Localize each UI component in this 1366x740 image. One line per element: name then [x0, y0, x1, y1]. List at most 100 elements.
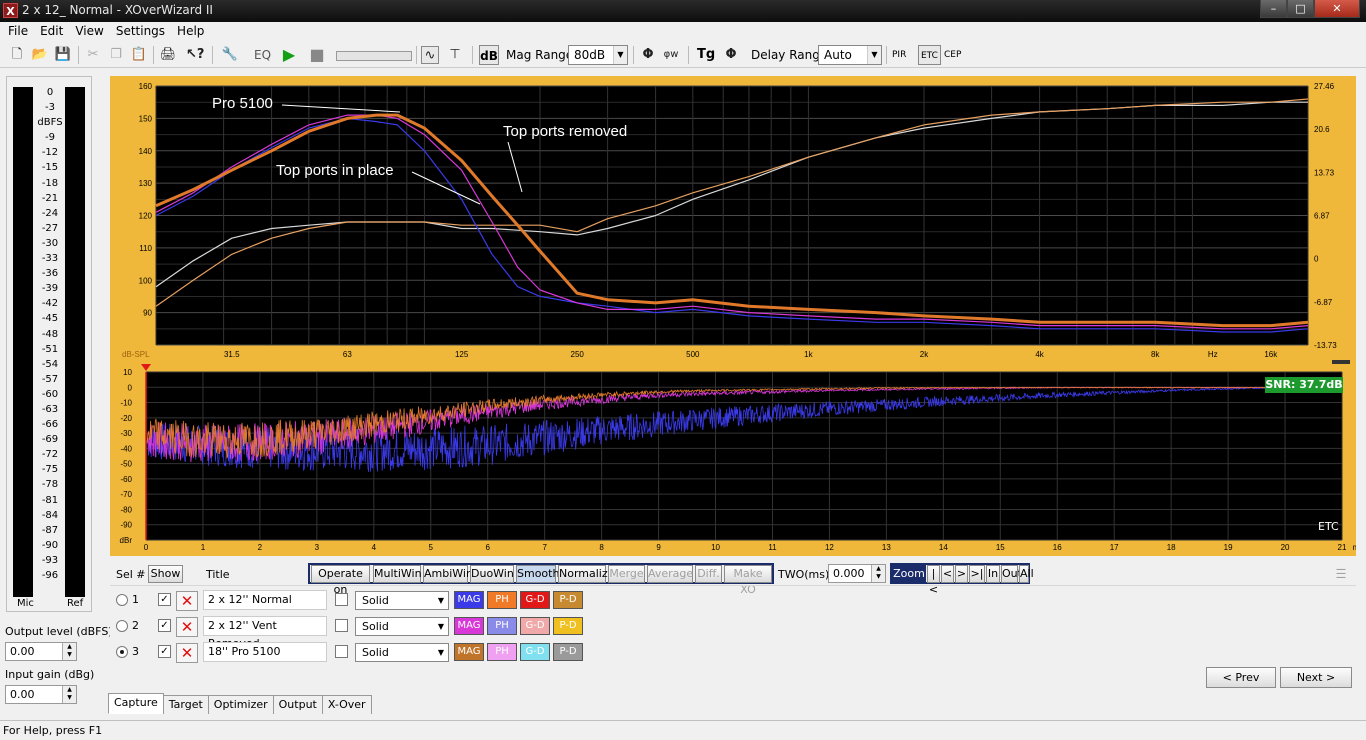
- measurement-title-input[interactable]: 2 x 12'' Normal: [203, 590, 327, 610]
- new-file-icon[interactable]: 🗋: [8, 46, 26, 64]
- menu-settings[interactable]: Settings: [111, 22, 172, 41]
- menu-file[interactable]: File: [3, 22, 35, 41]
- etc-button[interactable]: ETC: [918, 45, 941, 65]
- panel-menu-icon[interactable]: — — —: [1336, 565, 1352, 583]
- tab-target[interactable]: Target: [162, 695, 209, 714]
- zoom-prev-button[interactable]: <: [941, 565, 954, 583]
- zoom-label-button[interactable]: Zoom: [892, 565, 926, 583]
- ph-color-button[interactable]: PH: [487, 617, 517, 635]
- measurement-row-2[interactable]: 2 ✓ ✕ 2 x 12'' Vent Removed Solid ▼ MAG P…: [110, 614, 590, 650]
- ambiwin-button[interactable]: AmbiWin: [423, 565, 473, 583]
- option-checkbox[interactable]: [335, 619, 348, 632]
- mag-color-button[interactable]: MAG: [454, 591, 484, 609]
- tab-x-over[interactable]: X-Over: [321, 695, 372, 714]
- diff-button[interactable]: Diff.: [695, 565, 722, 583]
- select-radio[interactable]: [116, 620, 128, 632]
- line-style-select[interactable]: Solid ▼: [355, 617, 449, 636]
- play-icon[interactable]: ▶: [280, 46, 298, 64]
- multiwin-button[interactable]: MultiWin: [373, 565, 422, 583]
- gd-color-button[interactable]: G-D: [520, 643, 550, 661]
- wrench-icon[interactable]: 🔧: [221, 46, 239, 64]
- phase-wrap-icon[interactable]: φw: [662, 46, 680, 64]
- gd-color-button[interactable]: G-D: [520, 591, 550, 609]
- menu-help[interactable]: Help: [172, 22, 211, 41]
- line-style-select[interactable]: Solid ▼: [355, 643, 449, 662]
- zoom-out-button[interactable]: Out: [1001, 565, 1022, 583]
- etc-chart[interactable]: 10 0 -10 -20 -30 -40 -50 -60 -70 -80 -90 dBr 0 1 2 3 4 5 6…: [110, 364, 1356, 556]
- menu-edit[interactable]: Edit: [35, 22, 70, 41]
- show-button[interactable]: Show: [148, 565, 183, 583]
- stop-icon[interactable]: ■: [308, 46, 326, 64]
- cep-button[interactable]: CEP: [944, 45, 961, 65]
- two-spinner[interactable]: 0.000 ▲ ▼: [828, 564, 886, 583]
- spinner-arrows-icon[interactable]: ▲ ▼: [871, 565, 885, 582]
- paste-icon[interactable]: 📋: [130, 46, 148, 64]
- copy-icon[interactable]: ❐: [107, 46, 125, 64]
- maximize-button[interactable]: □: [1287, 0, 1314, 18]
- pd-color-button[interactable]: P-D: [553, 591, 583, 609]
- pd-color-button[interactable]: P-D: [553, 643, 583, 661]
- phase-delay-icon[interactable]: Φ: [722, 46, 740, 64]
- mag-color-button[interactable]: MAG: [454, 643, 484, 661]
- mag-range-select[interactable]: 80dB ▼: [568, 45, 628, 65]
- delete-icon[interactable]: ✕: [176, 643, 198, 663]
- menu-view[interactable]: View: [70, 22, 110, 41]
- mag-color-button[interactable]: MAG: [454, 617, 484, 635]
- ph-color-button[interactable]: PH: [487, 591, 517, 609]
- select-radio[interactable]: [116, 594, 128, 606]
- delete-icon[interactable]: ✕: [176, 591, 198, 611]
- gd-color-button[interactable]: G-D: [520, 617, 550, 635]
- pd-color-button[interactable]: P-D: [553, 617, 583, 635]
- option-checkbox[interactable]: [335, 645, 348, 658]
- save-icon[interactable]: 💾: [54, 46, 72, 64]
- measurement-row-3[interactable]: 3 ✓ ✕ 18'' Pro 5100 Solid ▼ MAG PH G-D P-…: [110, 640, 590, 664]
- average-button[interactable]: Average: [647, 565, 693, 583]
- delay-range-select[interactable]: Auto ▼: [818, 45, 882, 65]
- delete-icon[interactable]: ✕: [176, 617, 198, 637]
- open-folder-icon[interactable]: 📂: [31, 46, 49, 64]
- show-checkbox[interactable]: ✓: [158, 645, 171, 658]
- phase-icon[interactable]: Φ: [639, 46, 657, 64]
- option-checkbox[interactable]: [335, 593, 348, 606]
- line-style-select[interactable]: Solid ▼: [355, 591, 449, 610]
- tab-capture[interactable]: Capture: [108, 693, 164, 714]
- frequency-response-chart[interactable]: 160 150 140 130 120 110 100 90 27.46 20.6 13.73 6.8…: [110, 76, 1356, 364]
- help-pointer-icon[interactable]: ↖?: [186, 46, 204, 64]
- measurement-row-1[interactable]: 1 ✓ ✕ 2 x 12'' Normal Solid ▼ MAG PH G-D …: [110, 588, 590, 612]
- measurement-title-input[interactable]: 2 x 12'' Vent Removed: [203, 616, 327, 650]
- show-checkbox[interactable]: ✓: [158, 619, 171, 632]
- tab-optimizer[interactable]: Optimizer: [207, 695, 274, 714]
- cut-icon[interactable]: ✂: [84, 46, 102, 64]
- minimize-button[interactable]: –: [1260, 0, 1287, 18]
- curve-view-icon[interactable]: ∿: [421, 46, 439, 64]
- impulse-view-icon[interactable]: ⊤: [446, 46, 464, 64]
- normalize-button[interactable]: Normalize: [558, 565, 614, 583]
- zoom-next-button[interactable]: >: [955, 565, 968, 583]
- app-icon[interactable]: X: [3, 3, 18, 18]
- measurement-title-input[interactable]: 18'' Pro 5100: [203, 642, 327, 662]
- zoom-all-button[interactable]: All: [1019, 565, 1034, 583]
- prev-button[interactable]: < Prev: [1206, 667, 1276, 688]
- duowin-button[interactable]: DuoWin: [470, 565, 514, 583]
- output-level-spinner[interactable]: 0.00 ▲ ▼: [5, 642, 77, 661]
- pir-button[interactable]: PIR: [892, 45, 906, 65]
- print-icon[interactable]: 🖨: [159, 46, 177, 64]
- ph-color-button[interactable]: PH: [487, 643, 517, 661]
- eq-button[interactable]: EQ: [254, 45, 271, 65]
- select-radio[interactable]: [116, 646, 128, 658]
- show-checkbox[interactable]: ✓: [158, 593, 171, 606]
- close-button[interactable]: ✕: [1314, 0, 1360, 18]
- spinner-arrows-icon[interactable]: ▲ ▼: [62, 686, 76, 703]
- operate-on-button[interactable]: Operate on: [311, 565, 370, 596]
- next-button[interactable]: Next >: [1280, 667, 1352, 688]
- smooth-button[interactable]: Smooth: [516, 565, 559, 583]
- zoom-first-button[interactable]: |<: [927, 565, 940, 596]
- zoom-last-button[interactable]: >|: [969, 565, 985, 583]
- merge-button[interactable]: Merge: [608, 565, 645, 583]
- group-delay-button[interactable]: Tg: [697, 45, 715, 65]
- zoom-in-button[interactable]: In: [986, 565, 1000, 583]
- spinner-arrows-icon[interactable]: ▲ ▼: [62, 643, 76, 660]
- tab-output[interactable]: Output: [272, 695, 323, 714]
- make-xo-button[interactable]: Make XO: [724, 565, 772, 596]
- input-gain-spinner[interactable]: 0.00 ▲ ▼: [5, 685, 77, 704]
